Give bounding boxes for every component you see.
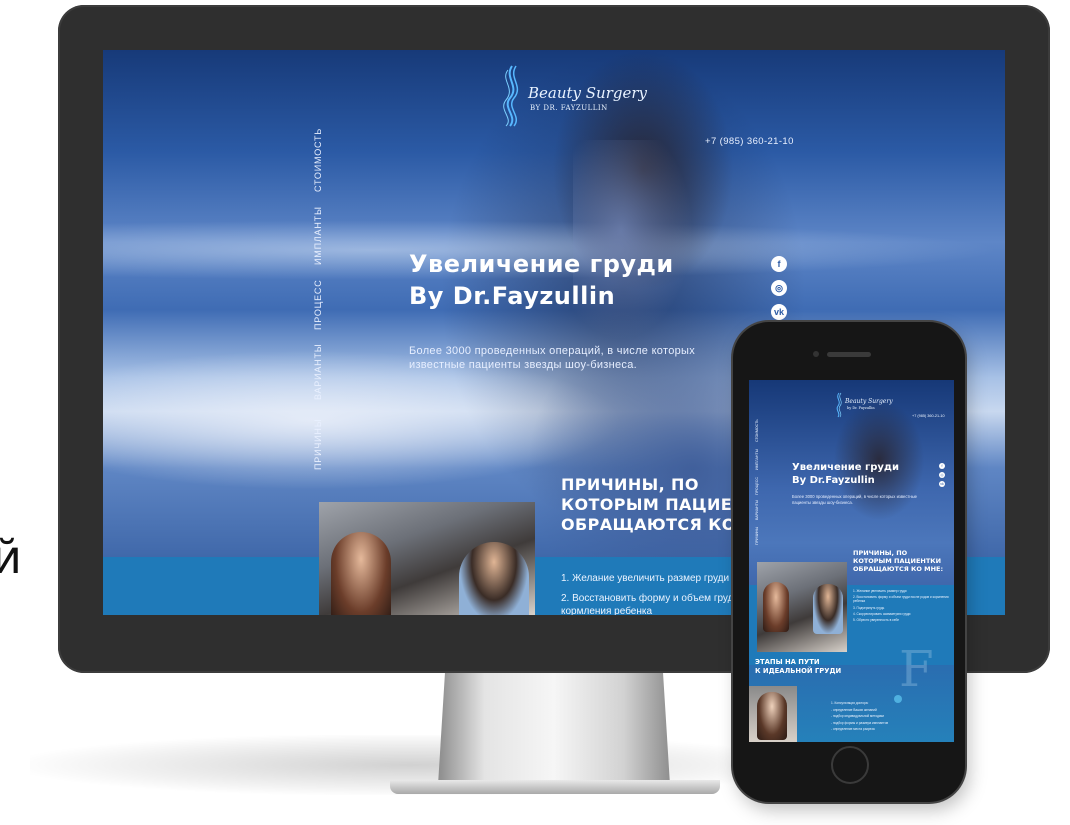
list-item: - определение места разреза: [831, 727, 875, 731]
nav-item-reasons[interactable]: ПРИЧИНЫ: [313, 419, 323, 470]
monitor-stand: [438, 673, 670, 785]
list-item: - подбор индивидуальной методики: [831, 714, 884, 718]
patient-photo: [749, 686, 797, 742]
nav-item-variants[interactable]: ВАРИАНТЫ: [755, 500, 759, 520]
brand-logo[interactable]: Beauty Surgery BY DR. FAYZULLIN: [498, 64, 647, 134]
social-links: f ◎ vk: [939, 463, 945, 490]
patient-figure: [763, 582, 789, 632]
list-item: 1. Консультация доктора:: [831, 701, 869, 705]
list-item: 2. Восстановить форму и объем груди посл…: [853, 595, 949, 604]
nav-item-implants[interactable]: ИМПЛАНТЫ: [313, 206, 323, 265]
monitor-stand-base: [390, 780, 720, 794]
patient-figure: [331, 532, 391, 615]
list-item: 5. Обрести уверенность в себе: [853, 618, 900, 623]
stages-list: 1. Консультация доктора: - определение В…: [831, 701, 941, 734]
list-item: - подбор формы и размера имплантов: [831, 720, 889, 725]
nav-item-price[interactable]: СТОИМОСТЬ: [755, 419, 759, 442]
hero-title-line: Увеличение груди: [792, 462, 899, 473]
instagram-icon[interactable]: ◎: [771, 280, 787, 296]
vk-icon[interactable]: vk: [771, 304, 787, 320]
wave-logo-icon: [503, 65, 519, 127]
hero-title-line: By Dr.Fayzullin: [792, 475, 875, 486]
nav-item-variants[interactable]: ВАРИАНТЫ: [313, 343, 323, 400]
nav-item-price[interactable]: СТОИМОСТЬ: [313, 128, 323, 192]
stages-title-line: ЭТАПЫ НА ПУТИ: [755, 658, 820, 666]
reasons-title: ПРИЧИНЫ, ПО КОТОРЫМ ПАЦИЕНТКИ ОБРАЩАЮТСЯ…: [853, 549, 943, 573]
wave-logo-icon: [836, 392, 842, 418]
consultation-photo: [319, 502, 535, 615]
list-item: - определение Ваших желаний: [831, 707, 877, 712]
facebook-icon[interactable]: f: [771, 256, 787, 272]
reasons-title-line: КОТОРЫМ ПАЦИЕНТКИ: [853, 557, 942, 565]
doctor-figure: [813, 584, 843, 634]
vertical-nav: ПРИЧИНЫ ВАРИАНТЫ ПРОЦЕСС ИМПЛАНТЫ СТОИМО…: [755, 419, 765, 545]
phone-speaker: [827, 352, 871, 357]
brand-name: Beauty Surgery: [845, 398, 893, 405]
instagram-icon[interactable]: ◎: [939, 472, 945, 478]
social-links: f ◎ vk: [771, 256, 791, 328]
hero-subtitle: Более 3000 проведенных операций, в числе…: [792, 494, 917, 505]
mobile-screen: Beauty Surgery by Dr. Fayzullin +7 (985)…: [749, 380, 954, 742]
reasons-title-line: ПРИЧИНЫ, ПО: [853, 549, 908, 557]
hero-title-line: By Dr.Fayzullin: [409, 282, 616, 310]
stages-title: ЭТАПЫ НА ПУТИ К ИДЕАЛЬНОЙ ГРУДИ: [755, 658, 841, 676]
list-item: 4. Скорректировать асимметрию груди: [853, 611, 911, 616]
stray-letter: й: [0, 530, 22, 584]
doctor-figure: [459, 542, 529, 615]
phone-number[interactable]: +7 (985) 360-21-10: [705, 136, 794, 147]
reasons-title-line: ОБРАЩАЮТСЯ КО МНЕ:: [853, 565, 944, 573]
list-item: 3. Подчеркнуть грудь: [853, 605, 885, 610]
home-button[interactable]: [831, 746, 869, 784]
stages-title-line: К ИДЕАЛЬНОЙ ГРУДИ: [755, 667, 842, 675]
nav-item-process[interactable]: ПРОЦЕСС: [313, 279, 323, 330]
patient-figure: [757, 692, 787, 740]
hero-title: Увеличение груди By Dr.Fayzullin: [409, 248, 674, 312]
brand-name: Beauty Surgery: [528, 84, 648, 102]
hero-title-line: Увеличение груди: [409, 250, 674, 278]
consultation-photo: [757, 562, 847, 652]
vk-icon[interactable]: vk: [939, 481, 945, 487]
hero-title: Увеличение груди By Dr.Fayzullin: [792, 461, 899, 487]
list-item: 1. Желание увеличить размер груди: [853, 589, 907, 593]
decorative-letter: F: [899, 640, 934, 698]
facebook-icon[interactable]: f: [939, 463, 945, 469]
nav-item-process[interactable]: ПРОЦЕСС: [755, 477, 759, 495]
brand-tagline: by Dr. Fayzullin: [847, 406, 875, 410]
hero-subtitle: Более 3000 проведенных операций, в числе…: [409, 345, 696, 371]
reasons-list: 1. Желание увеличить размер груди 2. Вос…: [853, 589, 949, 624]
nav-item-implants[interactable]: ИМПЛАНТЫ: [755, 449, 759, 470]
vertical-nav: ПРИЧИНЫ ВАРИАНТЫ ПРОЦЕСС ИМПЛАНТЫ СТОИМО…: [313, 128, 333, 480]
brand-tagline: BY DR. FAYZULLIN: [530, 104, 608, 112]
nav-item-reasons[interactable]: ПРИЧИНЫ: [755, 527, 759, 545]
phone-camera: [813, 351, 819, 357]
phone-number[interactable]: +7 (985) 360-21-10: [912, 414, 945, 418]
phone-device: Beauty Surgery by Dr. Fayzullin +7 (985)…: [733, 322, 965, 802]
